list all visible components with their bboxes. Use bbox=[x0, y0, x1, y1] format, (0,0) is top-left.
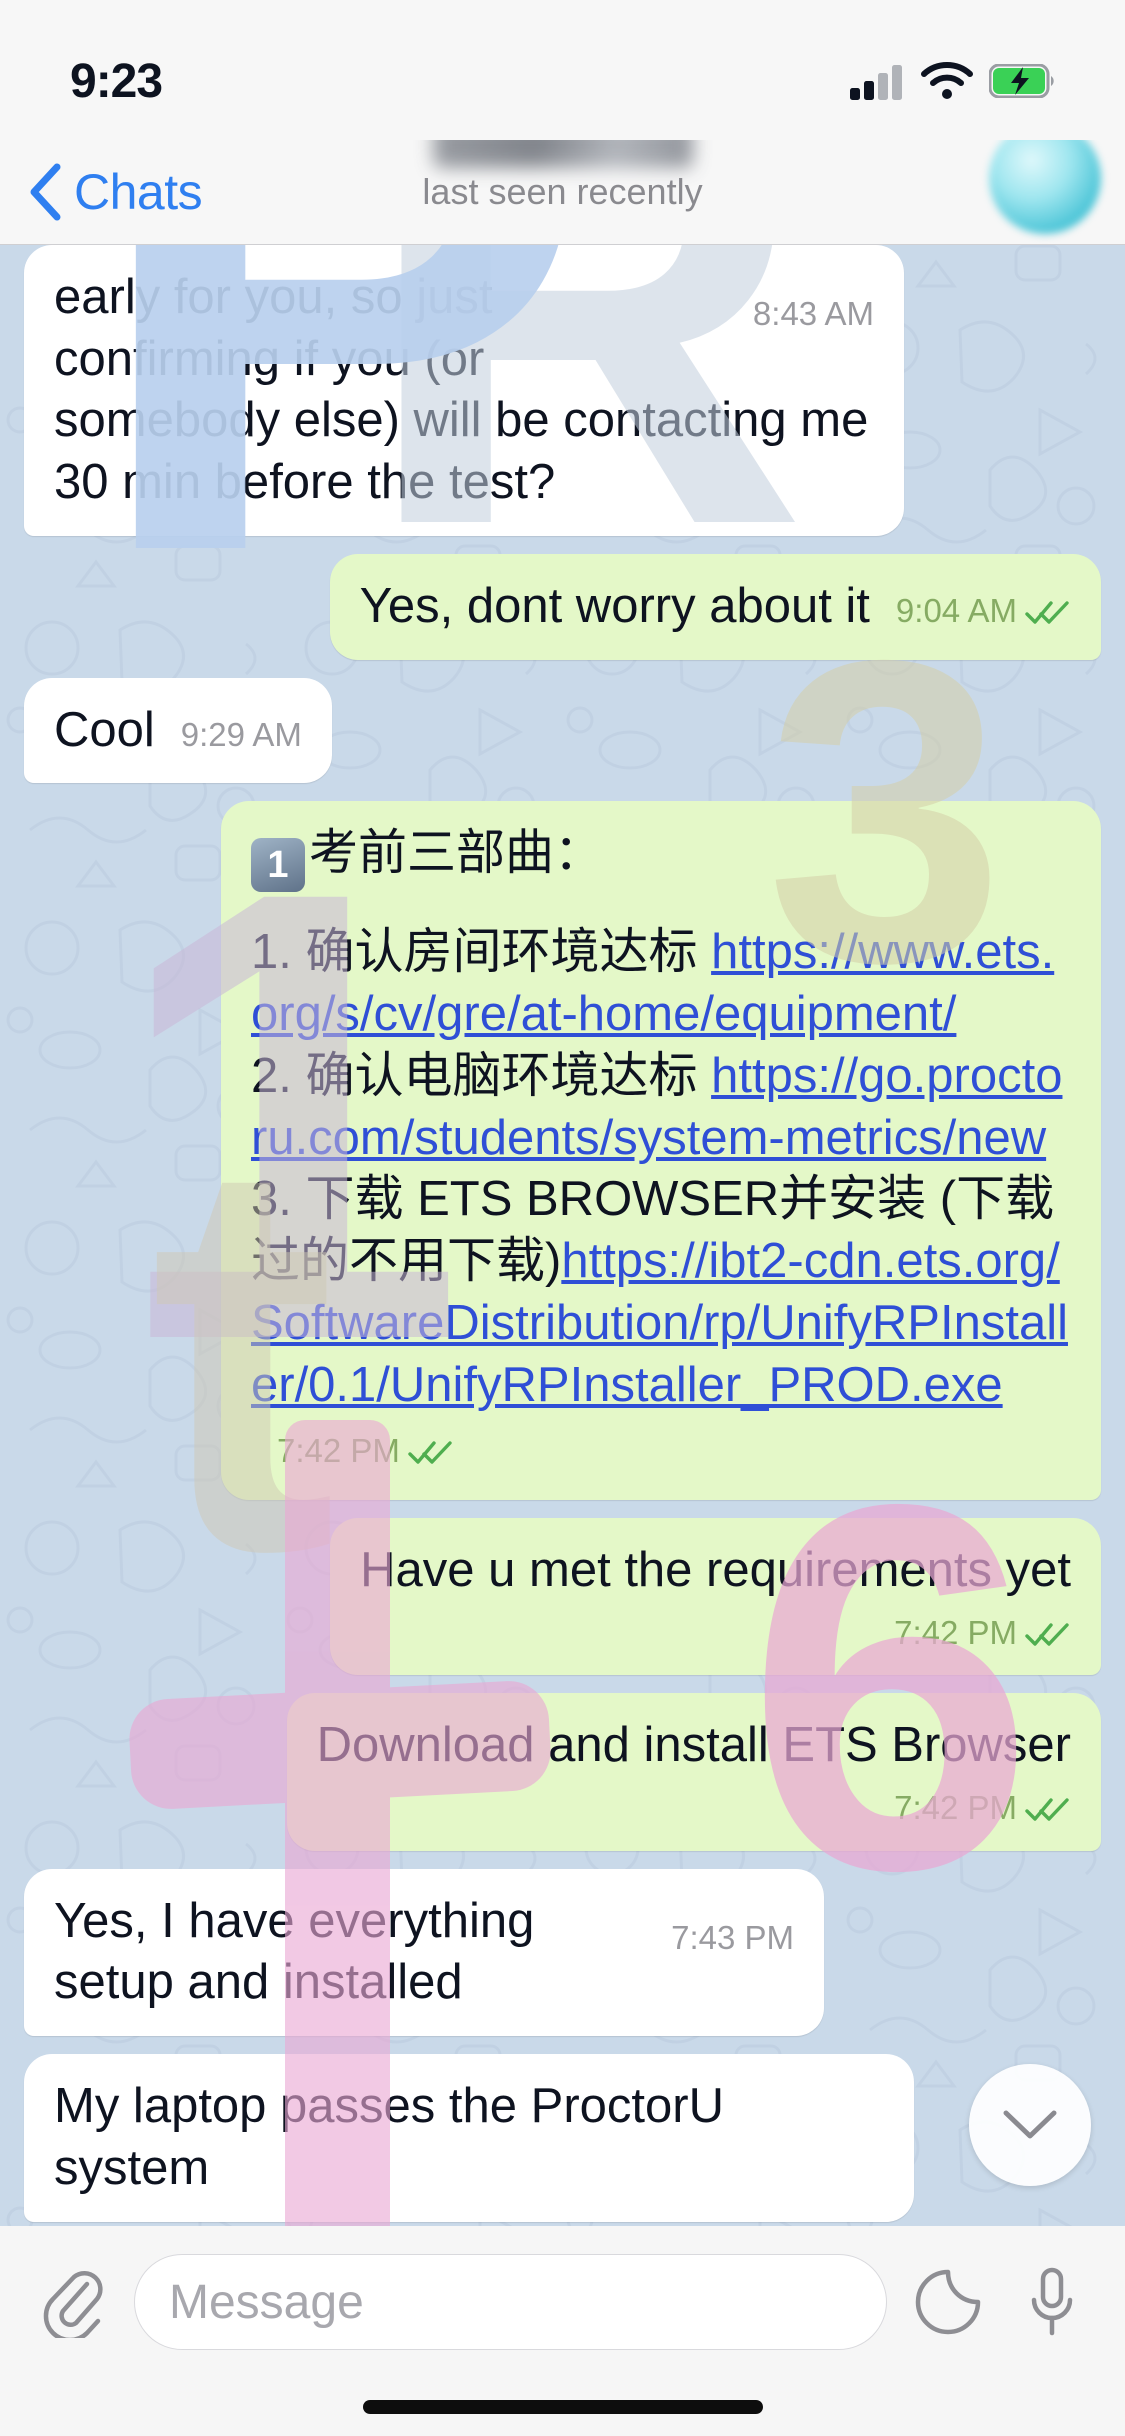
instruction-prefix: 1. 确认房间环境达标 bbox=[251, 925, 712, 980]
message-bubble-incoming[interactable]: 8:43 AM early for you, so just confirmin… bbox=[24, 245, 904, 536]
message-input-field[interactable]: Message bbox=[134, 2254, 887, 2350]
scroll-to-bottom-button[interactable] bbox=[969, 2064, 1091, 2186]
message-text: Yes, dont worry about it bbox=[359, 578, 870, 633]
phone-screen: 8:43 AM early for you, so just confirmin… bbox=[0, 0, 1125, 2436]
instructions-heading-line: 1 考前三部曲： bbox=[251, 823, 1071, 893]
read-receipt-icon bbox=[1025, 1618, 1071, 1648]
message-row[interactable]: 7:43 PM Yes, I have everything setup and… bbox=[0, 1868, 1125, 2037]
message-row[interactable]: 1 考前三部曲： 1. 确认房间环境达标 https://www.ets.org/… bbox=[0, 801, 1125, 1501]
message-meta: 7:42 PM bbox=[317, 1787, 1071, 1829]
microphone-icon bbox=[1031, 2267, 1073, 2336]
message-row[interactable]: Download and install ETS Browser 7:42 PM bbox=[0, 1693, 1125, 1851]
message-time: 9:04 AM bbox=[895, 591, 1017, 629]
sticker-button[interactable] bbox=[905, 2254, 991, 2350]
status-bar-time: 9:23 bbox=[70, 54, 163, 108]
read-receipt-icon bbox=[408, 1436, 454, 1466]
message-row[interactable]: Yes, dont worry about it 9:04 AM bbox=[0, 553, 1125, 660]
message-text: My laptop passes the ProctorU system bbox=[54, 2079, 724, 2195]
message-time: 7:42 PM bbox=[894, 1789, 1017, 1827]
voice-record-button[interactable] bbox=[1009, 2254, 1095, 2350]
contact-status: last seen recently bbox=[422, 171, 703, 212]
message-meta: 7:42 PM bbox=[277, 1430, 454, 1472]
navigation-bar: Chats last seen recently bbox=[0, 122, 1125, 245]
message-text: early for you, so just confirming if you… bbox=[54, 270, 869, 510]
message-meta: 7:43 PM bbox=[671, 1917, 794, 1959]
message-meta: 9:29 AM bbox=[181, 714, 302, 756]
read-receipt-icon bbox=[1025, 596, 1071, 626]
read-receipt-icon bbox=[1025, 1793, 1071, 1823]
chevron-down-icon bbox=[1003, 2110, 1057, 2139]
message-bubble-outgoing-instructions[interactable]: 1 考前三部曲： 1. 确认房间环境达标 https://www.ets.org/… bbox=[221, 801, 1101, 1501]
message-bubble-outgoing[interactable]: Have u met the requirements yet 7:42 PM bbox=[330, 1518, 1101, 1676]
attach-button[interactable] bbox=[30, 2254, 116, 2350]
instruction-line-1: 1. 确认房间环境达标 https://www.ets.org/s/cv/gre… bbox=[251, 922, 1071, 1045]
message-row[interactable]: Cool 9:29 AM bbox=[0, 677, 1125, 784]
message-input-placeholder: Message bbox=[169, 2275, 364, 2329]
message-bubble-incoming[interactable]: 7:43 PM Yes, I have everything setup and… bbox=[24, 1868, 824, 2037]
message-list[interactable]: 8:43 AM early for you, so just confirmin… bbox=[0, 245, 1125, 2226]
message-bubble-incoming[interactable]: Cool 9:29 AM bbox=[24, 677, 332, 784]
message-text: Yes, I have everything setup and install… bbox=[54, 1893, 535, 2010]
home-indicator bbox=[362, 2400, 763, 2414]
message-text: Cool bbox=[54, 702, 155, 757]
message-time: 7:42 PM bbox=[277, 1432, 400, 1470]
instructions-heading: 考前三部曲： bbox=[309, 826, 604, 881]
message-row[interactable]: 8:43 AM early for you, so just confirmin… bbox=[0, 245, 1125, 536]
message-row[interactable]: Have u met the requirements yet 7:42 PM bbox=[0, 1518, 1125, 1676]
message-meta: 9:04 AM bbox=[896, 590, 1071, 632]
message-time: 8:43 AM bbox=[752, 295, 874, 332]
message-meta: 7:42 PM bbox=[360, 1612, 1071, 1654]
sticker-icon bbox=[915, 2269, 981, 2335]
message-bubble-outgoing[interactable]: Yes, dont worry about it 9:04 AM bbox=[329, 553, 1101, 660]
instruction-line-2: 2. 确认电脑环境达标 https://go.proctoru.com/stud… bbox=[251, 1046, 1071, 1169]
message-meta: 8:43 AM bbox=[753, 293, 874, 335]
message-row[interactable]: My laptop passes the ProctorU system bbox=[0, 2054, 1125, 2222]
instruction-prefix: 2. 确认电脑环境达标 bbox=[251, 1048, 712, 1103]
message-text: Download and install ETS Browser bbox=[316, 1718, 1071, 1773]
message-bubble-outgoing[interactable]: Download and install ETS Browser 7:42 PM bbox=[286, 1693, 1101, 1851]
paperclip-icon bbox=[43, 2270, 103, 2338]
wifi-icon bbox=[921, 62, 973, 99]
battery-charging-icon bbox=[989, 64, 1054, 98]
number-one-emoji: 1 bbox=[251, 838, 305, 893]
cellular-signal-icon bbox=[850, 65, 902, 100]
message-bubble-incoming[interactable]: My laptop passes the ProctorU system bbox=[24, 2054, 914, 2222]
message-time: 9:29 AM bbox=[180, 715, 302, 753]
status-bar: 9:23 bbox=[0, 0, 1125, 140]
status-bar-indicators bbox=[849, 62, 1055, 100]
message-time: 7:43 PM bbox=[671, 1918, 794, 1956]
message-time: 7:42 PM bbox=[894, 1613, 1017, 1651]
instruction-line-3: 3. 下载 ETS BROWSER并安装 (下载过的不用下载)https://i… bbox=[251, 1169, 1071, 1478]
message-text: Have u met the requirements yet bbox=[360, 1543, 1071, 1598]
